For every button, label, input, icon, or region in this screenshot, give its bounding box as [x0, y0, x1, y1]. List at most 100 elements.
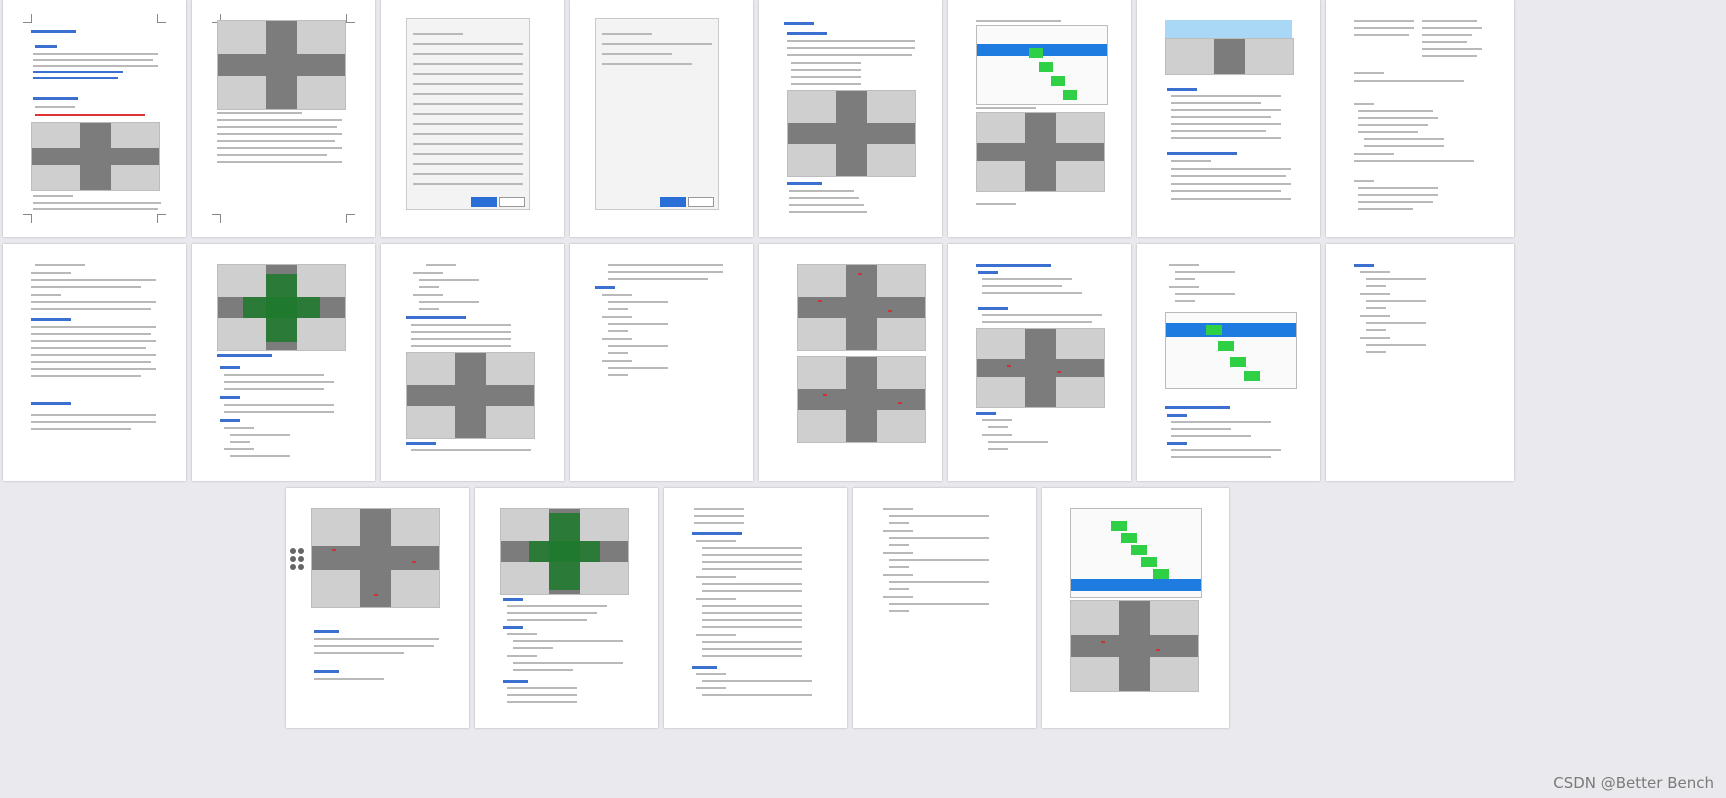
text-line: [889, 588, 909, 590]
text-line: [31, 301, 156, 303]
text-line: [507, 633, 537, 635]
text-line: [33, 65, 158, 67]
page-thumbnail-13[interactable]: [759, 244, 942, 481]
link-line: [33, 71, 123, 73]
text-line: [791, 62, 861, 64]
text-line: [889, 515, 989, 517]
text-line: [513, 662, 623, 664]
image-detail: [888, 310, 892, 312]
text-line: [314, 630, 339, 633]
text-line: [608, 352, 628, 354]
text-line: [787, 32, 827, 35]
page-thumbnail-7[interactable]: [1137, 0, 1320, 237]
image-detail: [1244, 371, 1260, 381]
text-line: [1354, 153, 1394, 155]
text-line: [31, 294, 61, 296]
text-line: [702, 626, 802, 628]
page-thumbnail-1[interactable]: [3, 0, 186, 237]
text-line: [217, 161, 342, 163]
text-line: [33, 59, 153, 61]
text-line: [413, 113, 523, 115]
image-detail: [818, 300, 822, 302]
page-thumbnail-5[interactable]: [759, 0, 942, 237]
settings-dialog-image: [595, 18, 719, 210]
text-line: [976, 107, 1036, 109]
text-line: [1360, 293, 1390, 295]
text-line: [602, 63, 692, 65]
text-line: [982, 278, 1072, 280]
text-line: [224, 374, 324, 376]
crop-mark: [23, 214, 32, 223]
text-line: [224, 427, 254, 429]
image-detail: [298, 564, 304, 570]
image-detail: [528, 541, 601, 562]
text-line: [1171, 456, 1271, 458]
text-line: [789, 204, 864, 206]
text-line: [507, 619, 587, 621]
page-thumbnail-14[interactable]: [948, 244, 1131, 481]
text-line: [31, 286, 141, 288]
page-thumbnail-6[interactable]: [948, 0, 1131, 237]
text-line: [702, 568, 802, 570]
image-detail: [298, 556, 304, 562]
text-line: [702, 655, 802, 657]
page-thumbnail-17[interactable]: [286, 488, 469, 728]
text-line: [602, 338, 632, 340]
page-thumbnail-18[interactable]: [475, 488, 658, 728]
page-thumbnail-11[interactable]: [381, 244, 564, 481]
intersection-image: [217, 20, 346, 110]
image-detail: [412, 561, 416, 563]
text-line: [503, 626, 523, 629]
text-line: [314, 652, 404, 654]
text-line: [220, 396, 240, 399]
page-thumbnail-9[interactable]: [3, 244, 186, 481]
text-line: [883, 552, 913, 554]
text-line: [608, 330, 628, 332]
intersection-traffic-image: [797, 356, 926, 443]
crop-mark: [346, 14, 355, 23]
text-line: [1422, 48, 1482, 50]
text-line: [976, 412, 996, 415]
page-thumbnail-3[interactable]: [381, 0, 564, 237]
text-line: [982, 285, 1062, 287]
intersection-image: [406, 352, 535, 439]
text-line: [33, 208, 158, 210]
text-line: [31, 333, 151, 335]
text-line: [1175, 271, 1235, 273]
text-line: [217, 147, 342, 149]
page-thumbnail-19[interactable]: [664, 488, 847, 728]
crop-mark: [157, 214, 166, 223]
page-thumbnail-4[interactable]: [570, 0, 753, 237]
crop-mark: [346, 214, 355, 223]
intersection-green-image: [500, 508, 629, 595]
page-thumbnail-20[interactable]: [853, 488, 1036, 728]
text-line: [413, 53, 523, 55]
image-detail: [1214, 39, 1245, 74]
text-line: [35, 106, 75, 108]
3d-road-image: [1165, 38, 1294, 75]
image-detail: [836, 91, 867, 176]
page-thumbnail-15[interactable]: [1137, 244, 1320, 481]
text-line: [35, 264, 85, 266]
text-line: [217, 133, 342, 135]
intersection-image: [31, 122, 160, 191]
page-thumbnail-8[interactable]: [1326, 0, 1514, 237]
page-thumbnail-12[interactable]: [570, 244, 753, 481]
page-thumbnail-10[interactable]: [192, 244, 375, 481]
text-line: [608, 308, 628, 310]
page-thumbnail-21[interactable]: [1042, 488, 1229, 728]
intersection-traffic-image: [1070, 600, 1199, 692]
page-thumbnail-2[interactable]: [192, 0, 375, 237]
text-line: [413, 173, 523, 175]
text-line: [1167, 414, 1187, 417]
page-thumbnail-16[interactable]: [1326, 244, 1514, 481]
link-line: [33, 77, 118, 79]
intersection-image: [976, 112, 1105, 192]
text-line: [224, 381, 334, 383]
intersection-green-image: [217, 264, 346, 351]
text-line: [1360, 271, 1390, 273]
text-line: [1354, 34, 1409, 36]
image-detail: [290, 564, 296, 570]
text-line: [1171, 168, 1291, 170]
text-line: [31, 318, 71, 321]
